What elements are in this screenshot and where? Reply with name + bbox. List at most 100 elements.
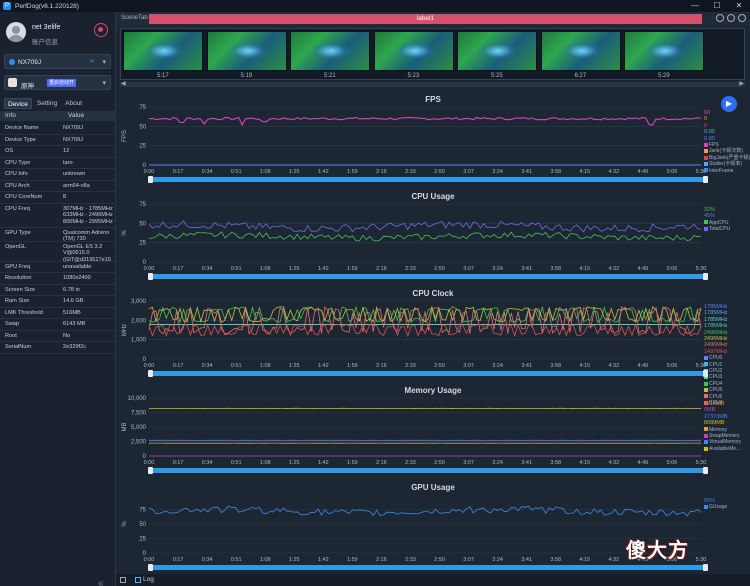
info-key: OS [5, 148, 14, 154]
x-tick-label: 0:00 [144, 169, 155, 175]
expand-checkbox[interactable] [120, 577, 126, 583]
screenshot-thumbnail[interactable] [373, 31, 454, 71]
x-tick-label: 5:30 [696, 266, 707, 272]
thumbnail-time: 5:29 [658, 73, 670, 79]
time-range-slider[interactable] [148, 176, 708, 183]
wifi-icon[interactable]: ≈ [90, 58, 94, 65]
x-tick-label: 3:41 [521, 460, 532, 466]
log-label: Log [143, 576, 154, 583]
info-key: CPU CoreNum [5, 194, 43, 200]
screenshot-thumbnail[interactable] [123, 31, 203, 71]
screenshot-thumbnail[interactable] [206, 31, 287, 71]
user-panel: net 3elife 账户信息 [6, 18, 116, 54]
screenshot-thumbnail[interactable] [624, 31, 704, 71]
slider-handle-start[interactable] [148, 564, 153, 571]
legend-label: Stutter(卡顿率) [709, 161, 743, 168]
close-button[interactable]: ✕ [728, 0, 750, 12]
info-key: Ram Size [5, 298, 30, 304]
slider-handle-start[interactable] [148, 370, 153, 377]
chart-memory: Memory Usage 0 2,500 5,000 7,500 10,000 MB 0:00… [116, 383, 750, 480]
screenshot-scrollbar[interactable]: ◀ ▶ [120, 80, 745, 87]
x-tick-label: 4:15 [579, 557, 590, 563]
play-icon[interactable]: ▶ [721, 96, 737, 112]
app-tag[interactable]: 重启自动开 [47, 79, 77, 87]
x-tick-label: 5:30 [696, 460, 707, 466]
info-value: NX709J [63, 125, 83, 131]
scene-label-marker[interactable]: label1 [149, 14, 702, 24]
scroll-left-icon[interactable]: ◀ [121, 80, 126, 87]
info-row: OS 12 [0, 146, 116, 158]
chevron-down-icon[interactable]: ▾ [102, 58, 106, 66]
chart-fps: FPS 0 25 50 75 FPS 0:00 0:17 0:34 0:51 1:08 1:25 1:4… [116, 92, 750, 189]
screenshot-thumbnail[interactable] [457, 31, 537, 71]
x-tick-label: 2:16 [376, 363, 387, 369]
info-value: NX709J [63, 136, 83, 143]
tab-device[interactable]: Device [4, 98, 32, 109]
slider-handle-start[interactable] [148, 273, 153, 280]
y-tick-label: 75 [139, 105, 146, 111]
chart-plot[interactable]: 02,5005,0007,50010,000MB0:00 0:17 0:34 0:51… [116, 383, 750, 480]
chevron-down-icon[interactable]: ▾ [102, 79, 106, 87]
device-select[interactable]: NX709J ≈ ▾ [4, 54, 111, 69]
slider-handle-end[interactable] [703, 467, 708, 474]
x-tick-label: 0:34 [202, 169, 213, 175]
x-tick-label: 1:42 [318, 460, 329, 466]
x-tick-label: 0:51 [231, 266, 242, 272]
legend-swatch [704, 220, 708, 225]
chart-plot[interactable]: 01,0002,0003,000MHz0:00 0:17 0:34 0:51 1:08 1… [116, 286, 750, 383]
time-range-slider[interactable] [148, 273, 708, 280]
main-panel: SceneTab label1 5:17 5:19 5:21 5:23 5:25 6:27… [116, 12, 750, 586]
slider-handle-end[interactable] [703, 370, 708, 377]
info-table: Device Name NX709J Device Type NX709J OS 12 CP… [0, 123, 116, 354]
time-range-slider[interactable] [148, 467, 708, 474]
avatar[interactable] [6, 22, 26, 42]
slider-handle-start[interactable] [148, 176, 153, 183]
log-checkbox[interactable] [135, 577, 141, 583]
scroll-right-icon[interactable]: ▶ [739, 80, 744, 87]
legend-item[interactable]: InterFrame [704, 168, 750, 174]
tab-about[interactable]: About [62, 98, 85, 109]
account-info-link[interactable]: 账户信息 [32, 36, 58, 46]
legend-label: TotalCPU [709, 226, 731, 233]
x-tick-label: 2:33 [405, 363, 416, 369]
screenshot-strip[interactable]: 5:17 5:19 5:21 5:23 5:25 6:27 5:29 [120, 28, 745, 80]
time-range-slider[interactable] [148, 564, 708, 571]
screenshot-thumbnail[interactable] [540, 31, 621, 71]
legend-item[interactable]: AvailableMe... [704, 446, 750, 452]
legend-item[interactable]: GUsage [704, 504, 750, 510]
x-tick-label: 5:06 [667, 460, 678, 466]
x-tick-label: 3:58 [550, 266, 561, 272]
legend-swatch [704, 149, 708, 154]
slider-handle-end[interactable] [703, 273, 708, 280]
legend-swatch [704, 427, 708, 432]
x-tick-label: 0:17 [173, 169, 184, 175]
tab-setting[interactable]: Setting [34, 98, 60, 109]
chart-clock: CPU Clock 0 1,000 2,000 3,000 MHz 0:00 0:17 0:34… [116, 286, 750, 406]
collapse-sidebar-icon[interactable]: « [98, 578, 104, 586]
info-row: CPU Freq 307MHz - 1785MHz 633MHz - 2496MH… [0, 204, 116, 228]
app-select[interactable]: 原神 重启自动开 ▾ [4, 75, 111, 90]
settings-icon[interactable] [727, 14, 735, 22]
record-button[interactable] [94, 23, 108, 37]
legend-label: AppCPU [709, 219, 729, 226]
maximize-button[interactable]: ☐ [706, 0, 728, 12]
info-row: Swap 6143 MB [0, 319, 116, 331]
slider-handle-start[interactable] [148, 467, 153, 474]
x-tick-label: 2:16 [376, 169, 387, 175]
slider-handle-end[interactable] [703, 564, 708, 571]
user-name: net 3elife [32, 24, 61, 31]
screenshot-thumbnail[interactable] [290, 31, 370, 71]
chart-plot[interactable]: 0255075%0:00 0:17 0:34 0:51 1:08 1:25 1:42 1:59… [116, 189, 750, 286]
chart-plot[interactable]: 0255075FPS0:00 0:17 0:34 0:51 1:08 1:25 1:42 1:… [116, 92, 750, 189]
time-range-slider[interactable] [148, 370, 708, 377]
slider-handle-end[interactable] [703, 176, 708, 183]
y-tick-label: 50 [139, 522, 146, 528]
x-tick-label: 2:33 [405, 557, 416, 563]
x-tick-label: 2:50 [434, 363, 445, 369]
minimize-button[interactable]: — [684, 0, 706, 12]
legend-item[interactable]: TotalCPU [704, 226, 750, 232]
app-name: 原神 [21, 83, 34, 90]
location-icon[interactable] [716, 14, 724, 22]
info-value: 307MHz - 1785MHz 633MHz - 2496MHz 806MHz… [63, 205, 113, 226]
cloud-icon[interactable] [738, 14, 746, 22]
